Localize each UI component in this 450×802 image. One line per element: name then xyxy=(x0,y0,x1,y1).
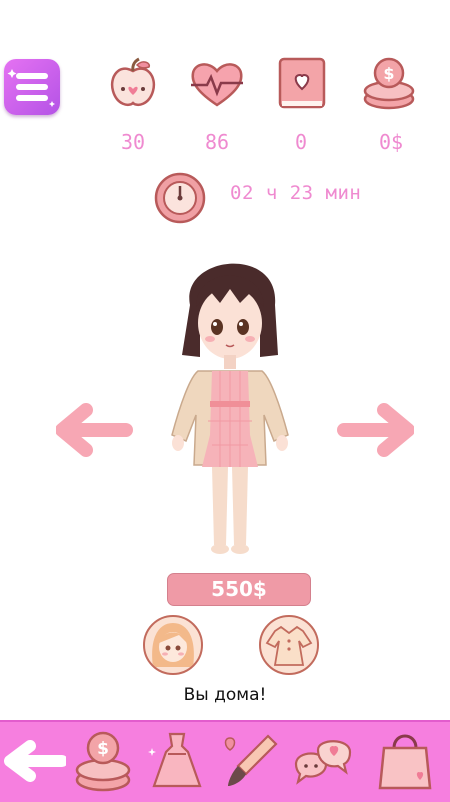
svg-text:$: $ xyxy=(383,64,394,83)
book-stat-value: 0 xyxy=(294,130,308,154)
heart-pulse-icon xyxy=(191,63,243,107)
previous-outfit-arrow-icon[interactable] xyxy=(56,400,134,460)
sparkle-decor xyxy=(7,69,55,107)
chat-bubbles-icon[interactable] xyxy=(292,728,354,794)
menu-button[interactable] xyxy=(4,59,60,115)
girl-portrait-icon xyxy=(152,623,194,667)
outfit-price-label: 550$ xyxy=(167,573,311,606)
clothes-button[interactable] xyxy=(259,615,319,675)
money-stat-value: 0$ xyxy=(378,130,404,154)
time-remaining-label: 02 ч 23 мин xyxy=(230,182,362,204)
health-stat-value: 86 xyxy=(204,130,230,154)
coin-stack-icon: $ xyxy=(363,57,415,110)
apple-icon xyxy=(110,57,156,107)
svg-text:$: $ xyxy=(97,739,109,759)
paintbrush-icon[interactable] xyxy=(220,728,282,794)
shopping-bag-icon[interactable] xyxy=(374,728,436,794)
clock-icon xyxy=(154,172,206,224)
location-status-text: Вы дома! xyxy=(183,685,267,705)
heart-book-icon xyxy=(278,57,326,109)
character-avatar xyxy=(171,263,289,554)
hairstyle-button[interactable] xyxy=(143,615,203,675)
dress-icon[interactable] xyxy=(146,728,208,794)
dress-outfit-icon xyxy=(265,625,313,666)
next-outfit-arrow-icon[interactable] xyxy=(336,400,414,460)
food-stat-value: 30 xyxy=(120,130,146,154)
back-arrow-icon[interactable] xyxy=(4,728,66,794)
coin-stack-icon[interactable]: $ xyxy=(72,728,134,794)
